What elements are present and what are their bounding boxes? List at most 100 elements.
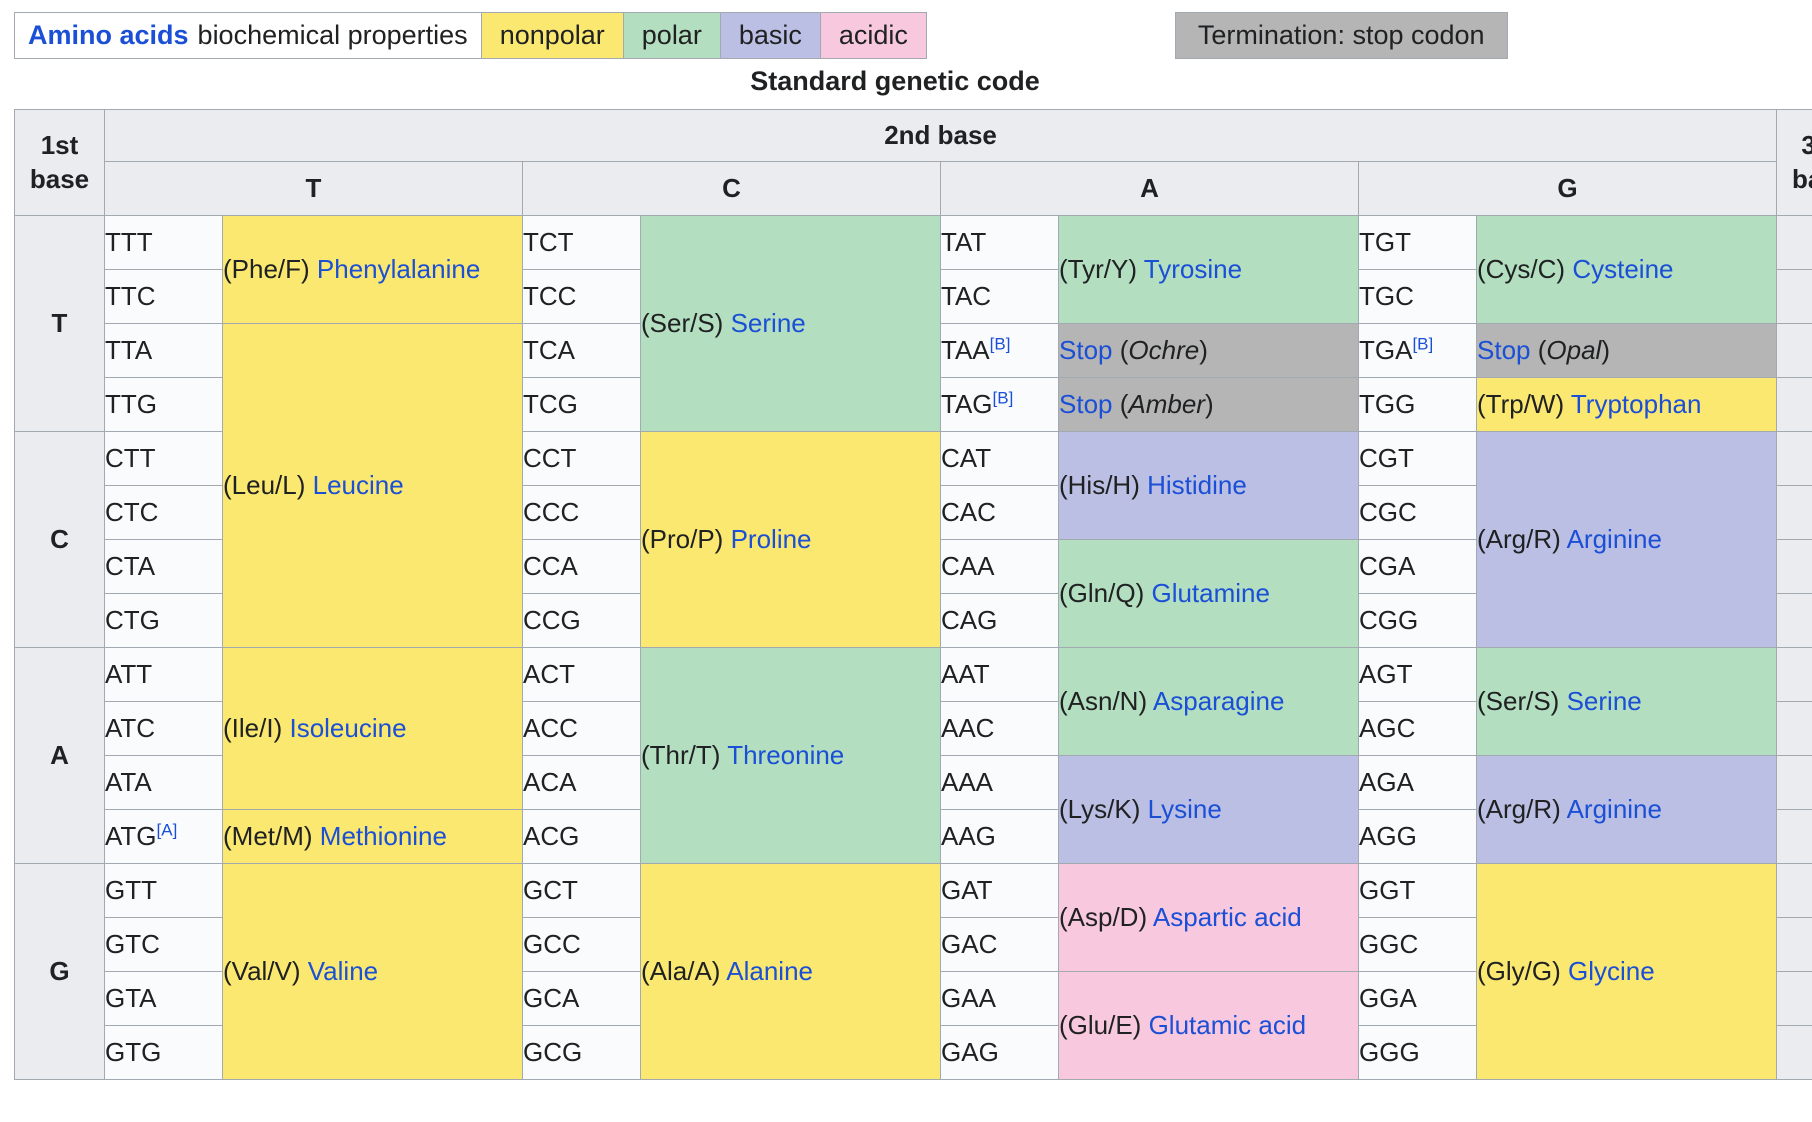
aa-name-gly[interactable]: Glycine [1568, 956, 1655, 986]
aa-name-thr[interactable]: Threonine [727, 740, 844, 770]
amino-acid-alanine: (Ala/A) Alanine [641, 864, 941, 1080]
aa-name-val[interactable]: Valine [308, 956, 378, 986]
third-base-1: C [1777, 270, 1812, 324]
aa-abbr-trp: (Trp/W) [1477, 389, 1564, 419]
codon-GTG: GTG [105, 1026, 223, 1080]
third-base-7: G [1777, 594, 1812, 648]
codon-TGA: TGA[B] [1359, 324, 1477, 378]
aa-abbr-cys: (Cys/C) [1477, 254, 1565, 284]
aa-name-leu[interactable]: Leucine [313, 470, 404, 500]
legend-label-polar: polar [642, 20, 702, 51]
codon-ATT: ATT [105, 648, 223, 702]
codon-AAG: AAG [941, 810, 1059, 864]
third-base-6: A [1777, 540, 1812, 594]
aa-name-ile[interactable]: Isoleucine [289, 713, 406, 743]
aa-name-arg-a[interactable]: Arginine [1567, 794, 1662, 824]
aa-name-phe[interactable]: Phenylalanine [317, 254, 480, 284]
reference-B-TAG[interactable]: [B] [993, 388, 1014, 407]
codon-ACA: ACA [523, 756, 641, 810]
legend-label-acidic: acidic [839, 20, 908, 51]
aa-name-trp[interactable]: Tryptophan [1571, 389, 1702, 419]
legend-swatch-acidic: acidic [820, 13, 926, 58]
amino-acid-serine-T: (Ser/S) Serine [641, 216, 941, 432]
amino-acid-serine-A: (Ser/S) Serine [1477, 648, 1777, 756]
header-second-base: 2nd base [105, 110, 1777, 162]
codon-CCG: CCG [523, 594, 641, 648]
codon-TCC: TCC [523, 270, 641, 324]
reference-B-TGA[interactable]: [B] [1412, 334, 1433, 353]
first-base-G: G [15, 864, 105, 1080]
header-col-T: T [105, 162, 523, 216]
aa-name-lys[interactable]: Lysine [1148, 794, 1222, 824]
aa-abbr-asn: (Asn/N) [1059, 686, 1147, 716]
codon-GAG: GAG [941, 1026, 1059, 1080]
legend-swatch-basic: basic [720, 13, 820, 58]
codon-GGC: GGC [1359, 918, 1477, 972]
codon-CCC: CCC [523, 486, 641, 540]
amino-acid-property-legend: Amino acidsbiochemical properties nonpol… [14, 12, 927, 59]
third-base-9: C [1777, 702, 1812, 756]
aa-name-tyr[interactable]: Tyrosine [1144, 254, 1242, 284]
amino-acid-leucine: (Leu/L) Leucine [223, 324, 523, 648]
aa-abbr-leu: (Leu/L) [223, 470, 305, 500]
aa-abbr-asp: (Asp/D) [1059, 902, 1147, 932]
codon-ACT: ACT [523, 648, 641, 702]
aa-name-ser-t[interactable]: Serine [731, 308, 806, 338]
legend-title: Amino acidsbiochemical properties [15, 13, 481, 58]
aa-abbr-lys: (Lys/K) [1059, 794, 1140, 824]
aa-abbr-phe: (Phe/F) [223, 254, 310, 284]
aa-name-glu[interactable]: Glutamic acid [1149, 1010, 1307, 1040]
aa-abbr-tyr: (Tyr/Y) [1059, 254, 1137, 284]
aa-name-pro[interactable]: Proline [731, 524, 812, 554]
table-row: A ATT (Ile/I) Isoleucine ACT (Thr/T) Thr… [15, 648, 1812, 702]
codon-CTG: CTG [105, 594, 223, 648]
header-first-base: 1st base [15, 110, 105, 216]
first-base-A: A [15, 648, 105, 864]
aa-abbr-thr: (Thr/T) [641, 740, 720, 770]
codon-CTC: CTC [105, 486, 223, 540]
aa-name-ser-a[interactable]: Serine [1567, 686, 1642, 716]
aa-abbr-ser-t: (Ser/S) [641, 308, 723, 338]
amino-acid-threonine: (Thr/T) Threonine [641, 648, 941, 864]
stop-label-ochre[interactable]: Stop [1059, 335, 1113, 365]
table-row: G GTT (Val/V) Valine GCT (Ala/A) Alanine… [15, 864, 1812, 918]
amino-acid-methionine: (Met/M) Methionine [223, 810, 523, 864]
codon-CAG: CAG [941, 594, 1059, 648]
aa-name-cys[interactable]: Cysteine [1572, 254, 1673, 284]
table-row: T TTT (Phe/F) Phenylalanine TCT (Ser/S) … [15, 216, 1812, 270]
aa-name-met[interactable]: Methionine [320, 821, 447, 851]
aa-abbr-his: (His/H) [1059, 470, 1140, 500]
codon-TGC: TGC [1359, 270, 1477, 324]
codon-AGG: AGG [1359, 810, 1477, 864]
amino-acid-phenylalanine: (Phe/F) Phenylalanine [223, 216, 523, 324]
codon-GTT: GTT [105, 864, 223, 918]
third-base-10: A [1777, 756, 1812, 810]
aa-name-gln[interactable]: Glutamine [1151, 578, 1270, 608]
reference-A-ATG[interactable]: [A] [157, 820, 178, 839]
header-third-base: 3rd base [1777, 110, 1812, 216]
aa-name-arg-c[interactable]: Arginine [1567, 524, 1662, 554]
codon-GTA: GTA [105, 972, 223, 1026]
amino-acid-asparagine: (Asn/N) Asparagine [1059, 648, 1359, 756]
amino-acid-glutamine: (Gln/Q) Glutamine [1059, 540, 1359, 648]
header-col-A: A [941, 162, 1359, 216]
codon-TAA: TAA[B] [941, 324, 1059, 378]
aa-name-ala[interactable]: Alanine [726, 956, 813, 986]
aa-abbr-ile: (Ile/I) [223, 713, 282, 743]
amino-acids-link[interactable]: Amino acids [28, 20, 189, 51]
reference-B-TAA[interactable]: [B] [990, 334, 1011, 353]
codon-CTA: CTA [105, 540, 223, 594]
header-first-base-line2: base [30, 164, 89, 194]
stop-label-opal[interactable]: Stop [1477, 335, 1531, 365]
stop-label-amber[interactable]: Stop [1059, 389, 1113, 419]
codon-CCA: CCA [523, 540, 641, 594]
codon-TCT: TCT [523, 216, 641, 270]
aa-name-his[interactable]: Histidine [1147, 470, 1247, 500]
aa-name-asp[interactable]: Aspartic acid [1153, 902, 1302, 932]
aa-name-asn[interactable]: Asparagine [1153, 686, 1285, 716]
aa-abbr-ser-a: (Ser/S) [1477, 686, 1559, 716]
codon-AGT: AGT [1359, 648, 1477, 702]
codon-AGA: AGA [1359, 756, 1477, 810]
amino-acid-tyrosine: (Tyr/Y) Tyrosine [1059, 216, 1359, 324]
amino-acid-valine: (Val/V) Valine [223, 864, 523, 1080]
